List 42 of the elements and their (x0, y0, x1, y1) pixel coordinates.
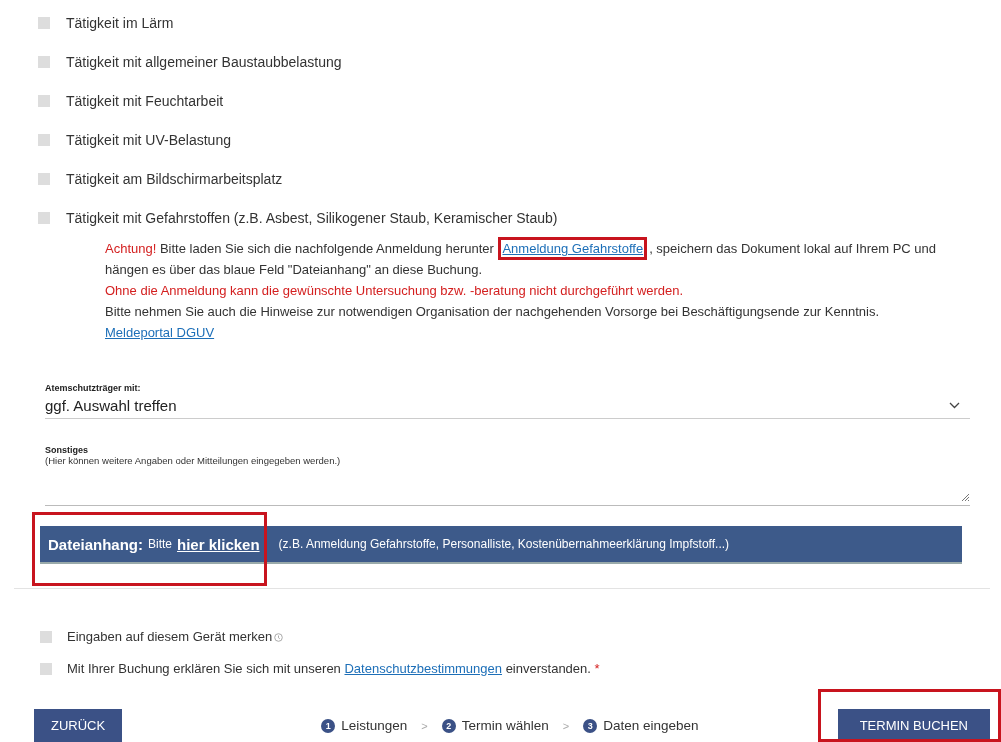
step-label: Termin wählen (461, 718, 549, 733)
attachment-text: Bitte (148, 537, 173, 551)
attachment-bar[interactable]: Dateianhang: Bitte hier klicken (z.B. Anmeldung Gefahrstoffe, Personalliste, Kostenübernahmeerklärung Impfstoff...) (40, 526, 962, 564)
checkbox[interactable] (38, 212, 50, 224)
checkbox[interactable] (40, 662, 52, 675)
checkbox-label: Tätigkeit im Lärm (66, 15, 174, 31)
step-separator: > (562, 719, 570, 732)
checkbox[interactable] (38, 56, 50, 68)
step-number: 1 (321, 718, 336, 733)
checkbox[interactable] (38, 95, 50, 107)
info-icon (274, 633, 284, 643)
checkbox-label: Tätigkeit mit allgemeiner Baustaubbelastung (66, 54, 342, 70)
step-number: 2 (441, 718, 456, 733)
checkbox-label: Mit Ihrer Buchung erklären Sie sich mit unseren Datenschutzbestimmungen einverstanden. * (67, 661, 600, 676)
warning-text: Ohne die Anmeldung kann die gewünschte Untersuchung bzw. -beratung nicht durchgeführt werden. (105, 282, 685, 300)
notice-text: Achtung! Bitte laden Sie sich die nachfolgende Anmeldung herunter Anmeldung Gefahrstoffe , speichern das Dokument lokal auf Ihrem PC und hängen es über das blaue Feld "Dateianhang" an diese Buchung. (105, 238, 971, 280)
field-label: Sonstiges (45, 445, 89, 455)
chevron-down-icon (949, 402, 960, 409)
checkbox-label: Tätigkeit mit Gefahrstoffen (z.B. Asbest, Silikogener Staub, Keramischer Staub) (66, 210, 558, 226)
resize-handle-icon (961, 493, 970, 502)
step-label: Daten eingeben (603, 718, 699, 733)
step-separator: > (421, 719, 428, 732)
attachment-link[interactable]: hier klicken (177, 535, 260, 553)
checkbox[interactable] (40, 630, 52, 643)
back-button[interactable]: ZURÜCK (34, 709, 123, 742)
portal-link[interactable]: Meldeportal DGUV (105, 325, 215, 340)
select-field[interactable]: ggf. Auswahl treffen (45, 393, 970, 419)
checkbox[interactable] (38, 17, 50, 29)
checkbox-label: Tätigkeit mit Feuchtarbeit (66, 93, 224, 109)
step-label: Leistungen (341, 718, 408, 733)
field-label: Atemschutzträger mit: (45, 383, 142, 393)
checkbox-label: Tätigkeit mit UV-Belastung (66, 132, 231, 148)
checkbox[interactable] (38, 173, 50, 185)
attachment-text: (z.B. Anmeldung Gefahrstoffe, Personalliste, Kostenübernahmeerklärung Impfstoff...) (278, 537, 730, 551)
checkbox[interactable] (38, 134, 50, 146)
field-hint: (Hier können weitere Angaben oder Mitteilungen eingegeben werden.) (45, 455, 342, 466)
hint-text: Bitte nehmen Sie auch die Hinweise zur notwendigen Organisation der nachgehenden Vorsorge bei Beschäftigungsende zur Kenntnis. Meldeportal DGUV (105, 303, 880, 342)
step-number: 3 (583, 718, 598, 733)
checkbox-label: Eingaben auf diesem Gerät merken (67, 629, 284, 644)
privacy-link[interactable]: Datenschutzbestimmungen (344, 661, 502, 676)
checkbox-label: Tätigkeit am Bildschirmarbeitsplatz (66, 171, 283, 187)
attachment-title: Dateianhang: (48, 535, 143, 553)
